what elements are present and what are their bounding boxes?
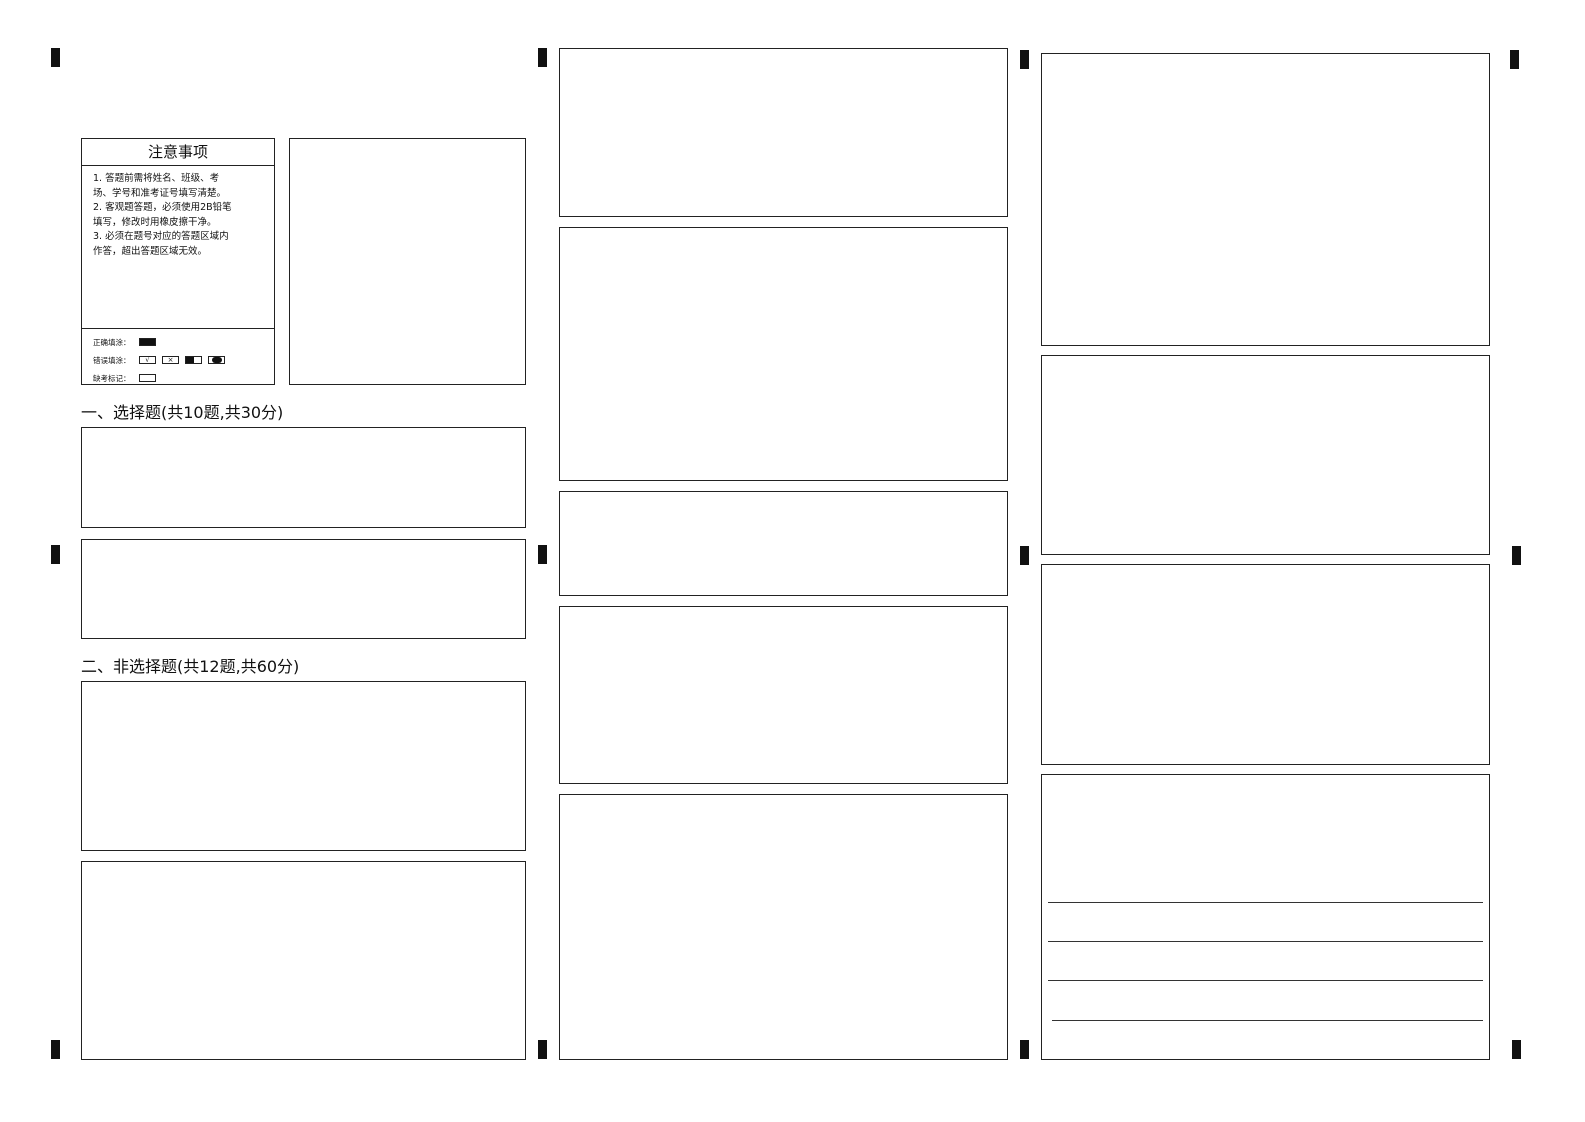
answer-area[interactable] <box>1041 564 1490 765</box>
answer-line <box>1048 980 1483 981</box>
notice-item: 作答，超出答题区域无效。 <box>93 245 208 257</box>
wrong-check-swatch: √ <box>139 356 156 364</box>
alignment-marker <box>1020 50 1029 69</box>
alignment-marker <box>1020 546 1029 565</box>
answer-line <box>1052 1020 1483 1021</box>
answer-area[interactable] <box>559 48 1008 217</box>
alignment-marker <box>538 545 547 564</box>
notice-item: 场、学号和准考证号填写清楚。 <box>93 187 227 199</box>
fill-correct-row: 正确填涂： <box>93 333 274 351</box>
notice-list: 1. 答题前需将姓名、班级、考 场、学号和准考证号填写清楚。 2. 客观题答题，… <box>82 166 274 259</box>
alignment-marker <box>538 48 547 67</box>
notice-item: 2. 客观题答题，必须使用2B铅笔 <box>93 202 232 213</box>
choice-answer-area[interactable] <box>81 539 526 639</box>
correct-fill-swatch <box>139 338 156 346</box>
notice-item: 填写，修改时用橡皮擦干净。 <box>93 216 217 228</box>
answer-area-lined[interactable] <box>1041 774 1490 1060</box>
alignment-marker <box>51 545 60 564</box>
absent-label: 缺考标记： <box>93 373 131 383</box>
notice-title: 注意事项 <box>82 139 274 166</box>
alignment-marker <box>51 1040 60 1059</box>
alignment-marker <box>1020 1040 1029 1059</box>
fill-example-area: 正确填涂： 错误填涂： √ × 缺考标记： <box>82 328 274 384</box>
choice-answer-area[interactable] <box>81 427 526 528</box>
alignment-marker <box>538 1040 547 1059</box>
notice-item: 1. 答题前需将姓名、班级、考 <box>93 173 220 184</box>
fill-correct-label: 正确填涂： <box>93 337 131 347</box>
wrong-half-swatch <box>185 356 202 364</box>
answer-area[interactable] <box>81 681 526 851</box>
alignment-marker <box>1512 546 1521 565</box>
notice-box: 注意事项 1. 答题前需将姓名、班级、考 场、学号和准考证号填写清楚。 2. 客… <box>81 138 275 385</box>
answer-line <box>1048 902 1483 903</box>
student-info-box <box>289 138 526 385</box>
nonchoice-section-title: 二、非选择题(共12题,共60分) <box>81 657 300 676</box>
fill-wrong-label: 错误填涂： <box>93 355 131 365</box>
answer-area[interactable] <box>559 794 1008 1060</box>
answer-line <box>1048 941 1483 942</box>
absent-checkbox[interactable] <box>139 374 156 382</box>
answer-area[interactable] <box>1041 355 1490 555</box>
answer-area[interactable] <box>1041 53 1490 346</box>
alignment-marker <box>51 48 60 67</box>
wrong-blob-swatch <box>208 356 225 364</box>
wrong-cross-swatch: × <box>162 356 179 364</box>
answer-area[interactable] <box>81 861 526 1060</box>
alignment-marker <box>1510 50 1519 69</box>
answer-area[interactable] <box>559 606 1008 784</box>
fill-wrong-row: 错误填涂： √ × <box>93 351 274 369</box>
alignment-marker <box>1512 1040 1521 1059</box>
notice-item: 3. 必须在题号对应的答题区域内 <box>93 231 229 242</box>
choice-section-title: 一、选择题(共10题,共30分) <box>81 403 284 422</box>
answer-area[interactable] <box>559 491 1008 596</box>
absent-row: 缺考标记： <box>93 369 274 387</box>
answer-area[interactable] <box>559 227 1008 481</box>
